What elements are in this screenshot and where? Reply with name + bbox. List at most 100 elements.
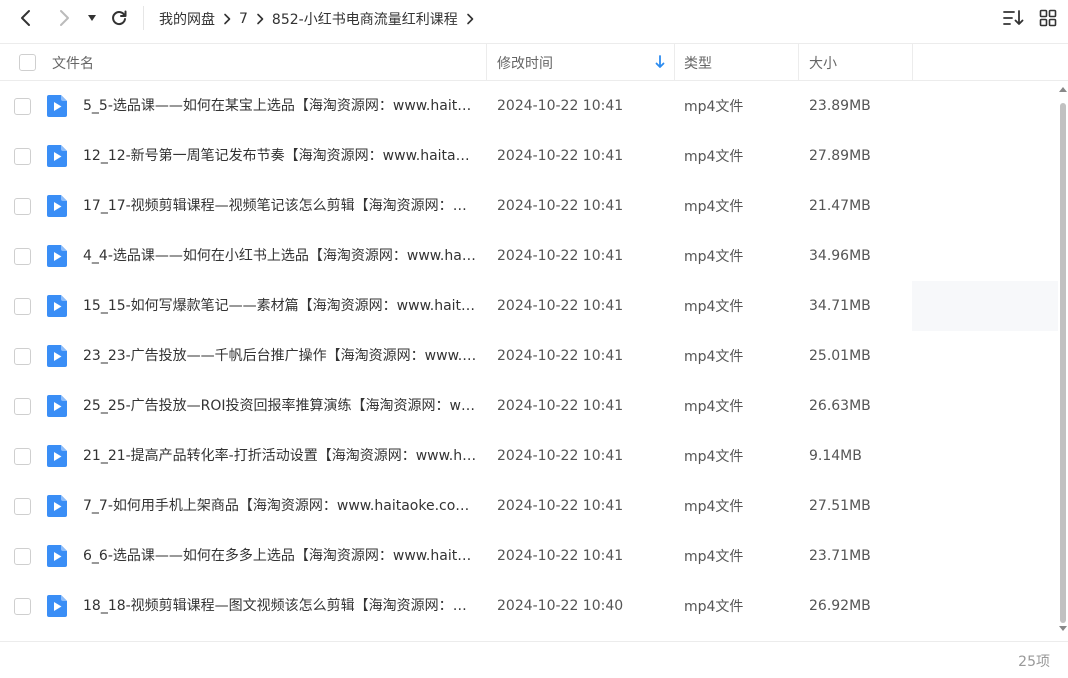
- breadcrumb-item-current[interactable]: 852-小红书电商流量红利课程: [272, 9, 458, 29]
- file-name[interactable]: 7_7-如何用手机上架商品【海淘资源网：www.haitaoke.com】: [83, 481, 478, 531]
- chevron-right-icon[interactable]: [466, 13, 474, 25]
- column-header-type-label: 类型: [684, 55, 712, 72]
- column-header-type[interactable]: 类型: [684, 44, 794, 81]
- history-dropdown-button[interactable]: [82, 6, 102, 30]
- file-modified-time: 2024-10-22 10:41: [497, 148, 624, 164]
- table-row[interactable]: 15_15-如何写爆款笔记——素材篇【海淘资源网：www.haitaok... …: [0, 281, 1058, 331]
- video-file-icon: [46, 381, 68, 431]
- file-modified-time: 2024-10-22 10:41: [497, 498, 624, 514]
- file-type: mp4文件: [684, 549, 744, 565]
- vertical-scrollbar[interactable]: [1058, 81, 1068, 636]
- file-name[interactable]: 15_15-如何写爆款笔记——素材篇【海淘资源网：www.haitaok...: [83, 281, 478, 331]
- file-name[interactable]: 12_12-新号第一周笔记发布节奏【海淘资源网：www.haitaoke...: [83, 131, 478, 181]
- column-header-time-label: 修改时间: [497, 55, 553, 72]
- scroll-down-arrow-icon[interactable]: [1059, 626, 1067, 631]
- file-modified-time: 2024-10-22 10:41: [497, 398, 624, 414]
- file-name[interactable]: 23_23-广告投放——千帆后台推广操作【海淘资源网：www.hait...: [83, 331, 478, 381]
- column-divider[interactable]: [912, 44, 913, 81]
- row-checkbox[interactable]: [14, 547, 31, 565]
- forward-button[interactable]: [52, 6, 76, 30]
- file-name[interactable]: 5_5-选品课——如何在某宝上选品【海淘资源网：www.haitaoke...: [83, 81, 478, 131]
- file-type: mp4文件: [684, 499, 744, 515]
- file-type: mp4文件: [684, 399, 744, 415]
- scroll-up-arrow-icon[interactable]: [1059, 87, 1067, 92]
- file-modified-time: 2024-10-22 10:41: [497, 298, 624, 314]
- row-checkbox-cell: [14, 281, 31, 331]
- back-button[interactable]: [14, 6, 38, 30]
- video-file-icon: [46, 431, 68, 481]
- row-checkbox[interactable]: [14, 247, 31, 265]
- row-checkbox-cell: [14, 331, 31, 381]
- file-size: 27.89MB: [809, 148, 871, 164]
- table-row[interactable]: 25_25-广告投放—ROI投资回报率推算演练【海淘资源网：www... 202…: [0, 381, 1058, 431]
- file-modified-time: 2024-10-22 10:41: [497, 198, 624, 214]
- row-checkbox[interactable]: [14, 597, 31, 615]
- table-row[interactable]: 6_6-选品课——如何在多多上选品【海淘资源网：www.haitaok... 2…: [0, 531, 1058, 581]
- breadcrumb-item-root[interactable]: 我的网盘: [159, 9, 215, 29]
- file-name[interactable]: 6_6-选品课——如何在多多上选品【海淘资源网：www.haitaok...: [83, 531, 478, 581]
- column-divider[interactable]: [674, 44, 675, 81]
- file-type: mp4文件: [684, 149, 744, 165]
- row-checkbox[interactable]: [14, 297, 31, 315]
- chevron-right-icon: [256, 13, 264, 25]
- table-row[interactable]: 21_21-提高产品转化率-打折活动设置【海淘资源网：www.hait... 2…: [0, 431, 1058, 481]
- scrollbar-thumb[interactable]: [1060, 103, 1066, 623]
- file-name[interactable]: 21_21-提高产品转化率-打折活动设置【海淘资源网：www.hait...: [83, 431, 478, 481]
- file-size: 23.71MB: [809, 548, 871, 564]
- file-size: 27.51MB: [809, 498, 871, 514]
- file-type: mp4文件: [684, 349, 744, 365]
- table-row[interactable]: 7_7-如何用手机上架商品【海淘资源网：www.haitaoke.com】 20…: [0, 481, 1058, 531]
- row-checkbox[interactable]: [14, 397, 31, 415]
- table-row[interactable]: 12_12-新号第一周笔记发布节奏【海淘资源网：www.haitaoke... …: [0, 131, 1058, 181]
- breadcrumb-item-folder-7[interactable]: 7: [239, 11, 248, 27]
- column-header-name-label: 文件名: [52, 55, 94, 72]
- row-checkbox[interactable]: [14, 147, 31, 165]
- view-grid-button[interactable]: [1036, 6, 1060, 30]
- file-size: 26.92MB: [809, 598, 871, 614]
- select-all-cell: [19, 44, 36, 81]
- row-checkbox-cell: [14, 181, 31, 231]
- file-list: 5_5-选品课——如何在某宝上选品【海淘资源网：www.haitaoke... …: [0, 81, 1058, 631]
- file-name[interactable]: 18_18-视频剪辑课程—图文视频该怎么剪辑【海淘资源网：www...: [83, 581, 478, 631]
- file-type: mp4文件: [684, 249, 744, 265]
- table-row[interactable]: 17_17-视频剪辑课程—视频笔记该怎么剪辑【海淘资源网：www... 2024…: [0, 181, 1058, 231]
- table-row[interactable]: 5_5-选品课——如何在某宝上选品【海淘资源网：www.haitaoke... …: [0, 81, 1058, 131]
- select-all-checkbox[interactable]: [19, 54, 36, 71]
- video-file-icon: [46, 331, 68, 381]
- row-checkbox-cell: [14, 581, 31, 631]
- sort-icon: [1003, 10, 1024, 25]
- column-divider[interactable]: [486, 44, 487, 81]
- row-checkbox[interactable]: [14, 497, 31, 515]
- column-header-name[interactable]: 文件名: [52, 44, 482, 81]
- row-checkbox-cell: [14, 381, 31, 431]
- refresh-button[interactable]: [107, 6, 131, 30]
- column-header-size[interactable]: 大小: [809, 44, 909, 81]
- file-modified-time: 2024-10-22 10:41: [497, 248, 624, 264]
- chevron-right-icon: [60, 10, 69, 26]
- file-size: 34.71MB: [809, 298, 871, 314]
- chevron-right-icon: [223, 13, 231, 25]
- row-checkbox[interactable]: [14, 447, 31, 465]
- table-row[interactable]: 23_23-广告投放——千帆后台推广操作【海淘资源网：www.hait... 2…: [0, 331, 1058, 381]
- row-checkbox[interactable]: [14, 347, 31, 365]
- file-name[interactable]: 25_25-广告投放—ROI投资回报率推算演练【海淘资源网：www...: [83, 381, 478, 431]
- file-name[interactable]: 4_4-选品课——如何在小红书上选品【海淘资源网：www.haitao...: [83, 231, 478, 281]
- row-checkbox[interactable]: [14, 197, 31, 215]
- file-size: 26.63MB: [809, 398, 871, 414]
- file-modified-time: 2024-10-22 10:40: [497, 598, 624, 614]
- file-name[interactable]: 17_17-视频剪辑课程—视频笔记该怎么剪辑【海淘资源网：www...: [83, 181, 478, 231]
- sort-button[interactable]: [1002, 6, 1026, 30]
- table-row[interactable]: 18_18-视频剪辑课程—图文视频该怎么剪辑【海淘资源网：www... 2024…: [0, 581, 1058, 631]
- column-header-time[interactable]: 修改时间: [497, 44, 671, 81]
- file-size: 34.96MB: [809, 248, 871, 264]
- column-divider[interactable]: [798, 44, 799, 81]
- refresh-icon: [112, 10, 127, 26]
- row-checkbox-cell: [14, 231, 31, 281]
- video-file-icon: [46, 81, 68, 131]
- breadcrumb: 我的网盘 7 852-小红书电商流量红利课程: [159, 0, 482, 37]
- row-checkbox[interactable]: [14, 97, 31, 115]
- video-file-icon: [46, 131, 68, 181]
- video-file-icon: [46, 581, 68, 631]
- file-size: 23.89MB: [809, 98, 871, 114]
- table-row[interactable]: 4_4-选品课——如何在小红书上选品【海淘资源网：www.haitao... 2…: [0, 231, 1058, 281]
